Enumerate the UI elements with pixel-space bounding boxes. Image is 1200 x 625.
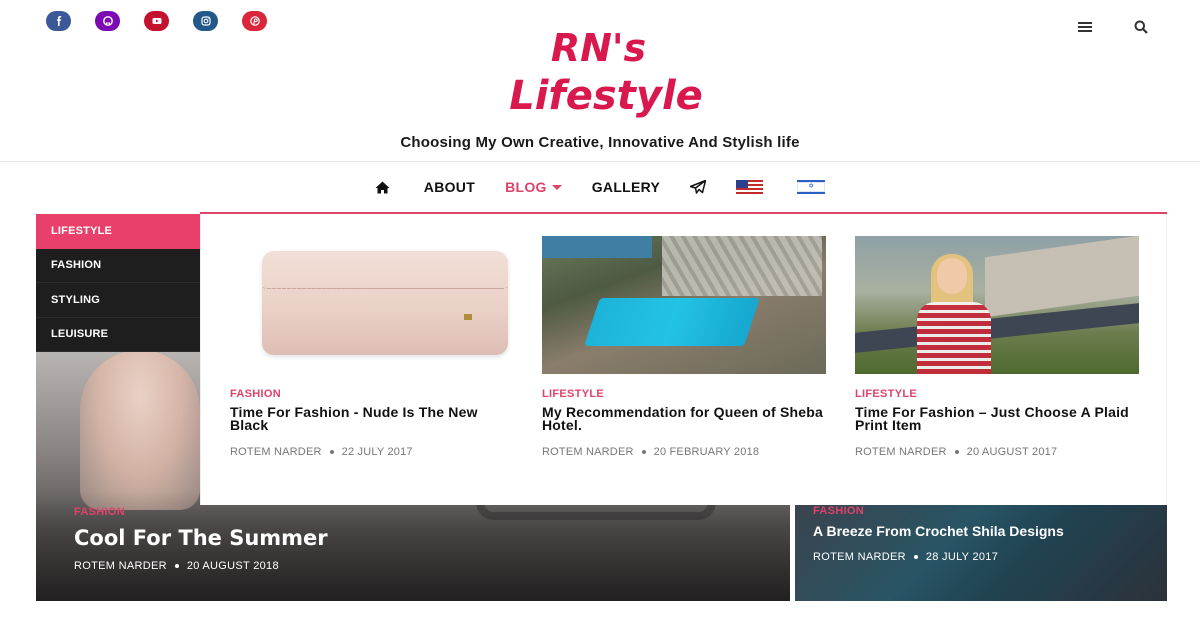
mega-post-1: FASHION Time For Fashion - Nude Is The N…	[230, 236, 514, 458]
featured-right-title[interactable]: A Breeze From Crochet Shila Designs	[813, 524, 1113, 538]
mega-menu-panel: FASHION Time For Fashion - Nude Is The N…	[200, 214, 1167, 505]
mega-category-leuisure[interactable]: LEUISURE	[36, 318, 200, 352]
hotel-pool	[584, 298, 760, 346]
byline-separator	[641, 450, 646, 454]
hotel-sea	[542, 236, 652, 258]
mega-post-2-date: 20 FEBRUARY 2018	[653, 446, 760, 458]
mega-post-1-category[interactable]: FASHION	[230, 388, 514, 400]
mega-post-3: LIFESTYLE Time For Fashion – Just Choose…	[855, 236, 1139, 458]
chevron-down-icon	[551, 184, 562, 190]
featured-left-date: 20 AUGUST 2018	[186, 560, 279, 572]
logo-line-1: RN's	[550, 26, 647, 70]
paper-plane-icon[interactable]	[690, 180, 707, 194]
star-of-david-icon: ✡	[808, 183, 815, 190]
featured-left-byline: ROTEM NARDER 20 AUGUST 2018	[74, 560, 328, 572]
featured-right-category[interactable]: FASHION	[813, 505, 1113, 517]
featured-right-meta: FASHION A Breeze From Crochet Shila Desi…	[813, 505, 1113, 563]
nav-blog-label: BLOG	[505, 179, 547, 195]
featured-right-byline: ROTEM NARDER 28 JULY 2017	[813, 551, 1113, 563]
us-flag-canton	[736, 180, 749, 188]
featured-left-category[interactable]: FASHION	[74, 506, 328, 518]
byline-separator	[954, 450, 959, 454]
mega-post-1-byline: ROTEM NARDER 22 JULY 2017	[230, 446, 514, 458]
israel-flag-icon[interactable]: ✡	[797, 180, 826, 194]
site-tagline: Choosing My Own Creative, Innovative And…	[400, 134, 800, 151]
featured-image-figure	[80, 350, 200, 510]
hotel-roof	[662, 236, 822, 296]
mega-post-1-title[interactable]: Time For Fashion - Nude Is The New Black	[230, 405, 514, 432]
us-flag-icon[interactable]	[736, 180, 764, 194]
main-nav: ABOUT BLOG GALLERY ✡	[0, 172, 1200, 202]
photo-head	[937, 258, 967, 294]
site-logo[interactable]: RN's Lifestyle	[0, 24, 1200, 120]
nav-divider	[0, 161, 1200, 162]
mega-post-3-title[interactable]: Time For Fashion – Just Choose A Plaid P…	[855, 405, 1139, 432]
mega-post-3-category[interactable]: LIFESTYLE	[855, 388, 1139, 400]
mega-post-1-date: 22 JULY 2017	[341, 446, 413, 458]
featured-left-meta: FASHION Cool For The Summer ROTEM NARDER…	[74, 506, 328, 572]
mega-post-3-author[interactable]: ROTEM NARDER	[855, 446, 947, 458]
clutch-clasp	[464, 314, 472, 320]
nav-about[interactable]: ABOUT	[424, 179, 475, 195]
mega-post-2-author[interactable]: ROTEM NARDER	[542, 446, 634, 458]
byline-separator	[174, 564, 179, 568]
featured-right-date: 28 JULY 2017	[925, 551, 999, 563]
mega-post-2-image[interactable]	[542, 236, 826, 374]
photo-plaid-shirt	[917, 302, 991, 374]
mega-post-1-author[interactable]: ROTEM NARDER	[230, 446, 322, 458]
mega-post-2-byline: ROTEM NARDER 20 FEBRUARY 2018	[542, 446, 826, 458]
featured-left-author[interactable]: ROTEM NARDER	[74, 560, 167, 572]
clutch-flap	[262, 251, 508, 289]
mega-post-2: LIFESTYLE My Recommendation for Queen of…	[542, 236, 826, 458]
mega-post-2-category[interactable]: LIFESTYLE	[542, 388, 826, 400]
mega-post-3-byline: ROTEM NARDER 20 AUGUST 2017	[855, 446, 1139, 458]
mega-post-1-image[interactable]	[230, 236, 514, 374]
mega-category-fashion[interactable]: FASHION	[36, 249, 200, 283]
byline-separator	[913, 555, 918, 559]
mega-post-3-date: 20 AUGUST 2017	[966, 446, 1058, 458]
mega-post-2-title[interactable]: My Recommendation for Queen of Sheba Hot…	[542, 405, 826, 432]
featured-right-author[interactable]: ROTEM NARDER	[813, 551, 906, 563]
mega-post-3-image[interactable]	[855, 236, 1139, 374]
clutch-seam	[268, 288, 502, 289]
nav-gallery[interactable]: GALLERY	[592, 179, 660, 195]
mega-category-lifestyle[interactable]: LIFESTYLE	[36, 214, 200, 249]
mega-menu-categories: LIFESTYLE FASHION STYLING LEUISURE	[36, 214, 200, 352]
featured-left-title[interactable]: Cool For The Summer	[74, 526, 328, 550]
home-icon[interactable]	[375, 181, 390, 194]
byline-separator	[329, 450, 334, 454]
nav-blog[interactable]: BLOG	[505, 179, 562, 195]
mega-category-styling[interactable]: STYLING	[36, 283, 200, 318]
logo-line-2: Lifestyle	[509, 73, 703, 119]
